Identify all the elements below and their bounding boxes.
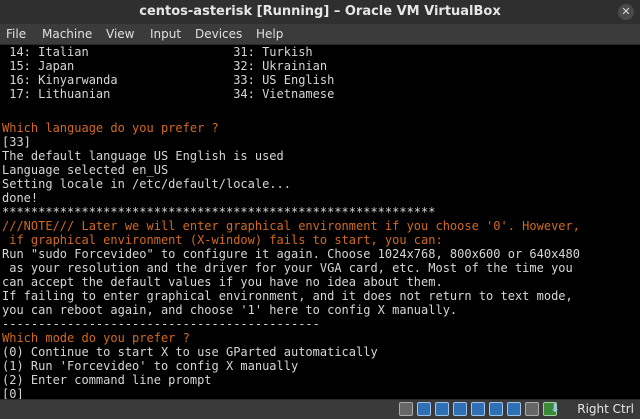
menu-machine[interactable]: Machine [42, 24, 92, 44]
window-title: centos-asterisk [Running] – Oracle VM Vi… [139, 4, 501, 19]
title-bar[interactable]: centos-asterisk [Running] – Oracle VM Vi… [0, 0, 640, 24]
console-line: can accept the default values if you hav… [2, 275, 443, 289]
console-line: 15: Japan 32: Ukrainian [2, 59, 328, 73]
console-option: (2) Enter command line prompt [2, 373, 212, 387]
console-option: (0) Continue to start X to use GParted a… [2, 345, 378, 359]
menu-bar: File Machine View Input Devices Help [0, 24, 640, 45]
console-option: (1) Run 'Forcevideo' to config X manuall… [2, 359, 299, 373]
audio-icon[interactable] [435, 402, 449, 416]
status-bar: ⬇ Right Ctrl [0, 399, 640, 419]
host-key-label: Right Ctrl [577, 402, 634, 416]
usb-icon[interactable] [471, 402, 485, 416]
hard-disk-icon[interactable] [399, 402, 413, 416]
console-prompt: Which mode do you prefer ? [2, 331, 190, 345]
console-prompt: Which language do you prefer ? [2, 121, 219, 135]
menu-file[interactable]: File [6, 24, 26, 44]
console-separator: ----------------------------------------… [2, 317, 320, 331]
menu-devices[interactable]: Devices [195, 24, 242, 44]
vm-console[interactable]: 14: Italian 31: Turkish 15: Japan 32: Uk… [0, 45, 640, 399]
optical-drive-icon[interactable] [417, 402, 431, 416]
virtualbox-window: centos-asterisk [Running] – Oracle VM Vi… [0, 0, 640, 419]
close-icon: ✕ [621, 5, 631, 18]
menu-view[interactable]: View [106, 24, 134, 44]
menu-help[interactable]: Help [256, 24, 283, 44]
console-line: If failing to enter graphical environmen… [2, 289, 573, 303]
network-icon[interactable] [453, 402, 467, 416]
console-line: Setting locale in /etc/default/locale... [2, 177, 291, 191]
console-line: as your resolution and the driver for yo… [2, 261, 573, 275]
console-line: you can reboot again, and choose '1' her… [2, 303, 458, 317]
console-line: The default language US English is used [2, 149, 284, 163]
console-note: ///NOTE/// Later we will enter graphical… [2, 219, 580, 233]
console-line: 17: Lithuanian 34: Vietnamese [2, 87, 335, 101]
display-icon[interactable] [507, 402, 521, 416]
video-capture-icon[interactable] [525, 402, 539, 416]
console-line: Language selected en_US [2, 163, 169, 177]
menu-input[interactable]: Input [150, 24, 181, 44]
console-input-line[interactable]: [0] _ [2, 387, 38, 399]
console-line: [33] [2, 135, 31, 149]
console-separator: ****************************************… [2, 205, 436, 219]
console-line: done! [2, 191, 39, 205]
console-line: 14: Italian 31: Turkish [2, 45, 313, 59]
cpu-activity-icon[interactable]: ⬇ [550, 401, 560, 415]
close-button[interactable]: ✕ [618, 4, 634, 20]
console-line: Run "sudo Forcevideo" to configure it ag… [2, 247, 580, 261]
shared-folder-icon[interactable] [489, 402, 503, 416]
console-line: 16: Kinyarwanda 33: US English [2, 73, 335, 87]
console-note: if graphical environment (X-window) fail… [2, 233, 443, 247]
